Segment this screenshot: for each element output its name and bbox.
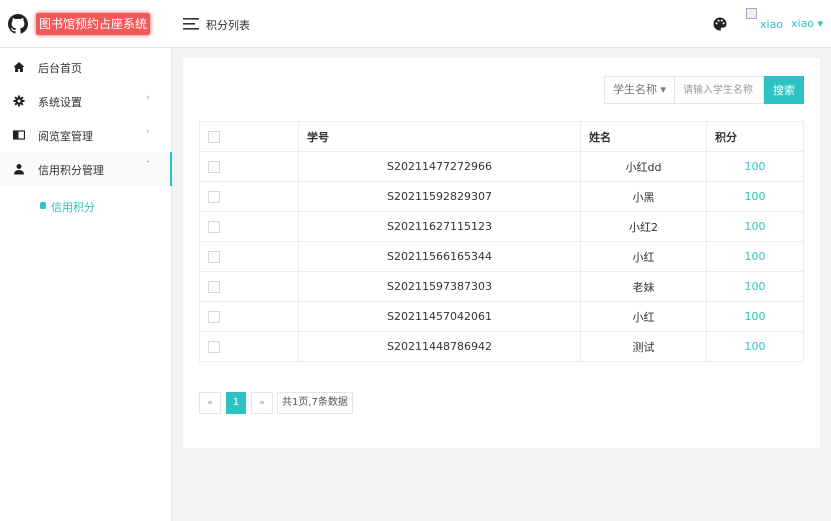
column-header-student-id[interactable]: 学号 [298,121,581,152]
table-header-row: 学号 姓名 积分 [199,121,804,152]
sidebar-item-label: 后台首页 [38,62,82,75]
row-checkbox[interactable] [208,251,220,263]
gear-icon [13,95,25,107]
table-row[interactable]: S20211448786942 测试 100 [199,331,804,362]
cell-name: 小红 [580,301,707,332]
search-field-select[interactable]: 学生名称 ▾ [604,76,675,104]
row-select-cell [199,241,299,272]
home-icon [13,62,25,72]
row-select-cell [199,151,299,182]
app-title: 图书馆预约占座系统 [36,13,151,35]
page-button-current[interactable]: 1 [226,392,246,414]
github-icon[interactable] [8,14,28,34]
sidebar-item-credit-management[interactable]: 信用积分管理 ˇ [0,152,172,186]
table-row[interactable]: S20211566165344 小红 100 [199,241,804,272]
top-header: 图书馆预约占座系统 积分列表 xiao xiao ▾ [0,0,831,48]
row-select-cell [199,211,299,242]
cell-name: 小红dd [580,151,707,182]
row-checkbox[interactable] [208,221,220,233]
cell-student-id: S20211566165344 [298,241,581,272]
row-checkbox[interactable] [208,191,220,203]
row-checkbox[interactable] [208,341,220,353]
row-select-cell [199,181,299,212]
table-row[interactable]: S20211597387303 老妹 100 [199,271,804,302]
cell-student-id: S20211597387303 [298,271,581,302]
row-select-cell [199,271,299,302]
cell-points: 100 [706,151,804,182]
table-row[interactable]: S20211627115123 小红2 100 [199,211,804,242]
column-header-points[interactable]: 积分 [706,121,804,152]
cell-points: 100 [706,241,804,272]
chevron-down-icon: ˇ [146,161,151,171]
bullet-icon [40,202,46,209]
table-row[interactable]: S20211592829307 小黑 100 [199,181,804,212]
cell-points: 100 [706,301,804,332]
cell-student-id: S20211448786942 [298,331,581,362]
book-icon [13,130,25,140]
sidebar-item-reading-room[interactable]: 阅览室管理 › [0,118,172,152]
sidebar: 后台首页 系统设置 › 阅览室管理 › 信用积分管理 ˇ 信用积分 [0,48,172,521]
row-select-cell [199,301,299,332]
search-button[interactable]: 搜索 [764,76,804,104]
menu-toggle-icon[interactable] [183,17,199,31]
user-icon [14,164,24,175]
row-checkbox[interactable] [208,281,220,293]
avatar-alt-text: xiao [760,18,784,31]
cell-points: 100 [706,181,804,212]
table-row[interactable]: S20211457042061 小红 100 [199,301,804,332]
row-checkbox[interactable] [208,311,220,323]
cell-points: 100 [706,331,804,362]
palette-icon[interactable] [713,17,727,31]
column-header-name[interactable]: 姓名 [580,121,707,152]
avatar[interactable]: xiao [746,8,784,32]
broken-image-icon [746,8,757,19]
chevron-right-icon: › [146,93,150,103]
cell-student-id: S20211457042061 [298,301,581,332]
select-all-checkbox[interactable] [208,131,220,143]
sidebar-subitem-credit-points[interactable]: 信用积分 [0,190,172,220]
sidebar-item-label: 系统设置 [38,96,82,109]
cell-name: 小红 [580,241,707,272]
cell-name: 老妹 [580,271,707,302]
chevron-right-icon: › [146,127,150,137]
search-input[interactable] [674,76,764,104]
cell-student-id: S20211477272966 [298,151,581,182]
cell-student-id: S20211592829307 [298,181,581,212]
cell-student-id: S20211627115123 [298,211,581,242]
prev-page-button[interactable]: « [199,392,221,414]
cell-name: 小黑 [580,181,707,212]
sidebar-item-system-settings[interactable]: 系统设置 › [0,84,172,118]
credit-table: 学号 姓名 积分 S20211477272966 小红dd 100 S20211592… [199,121,804,362]
table-row[interactable]: S20211477272966 小红dd 100 [199,151,804,182]
sidebar-item-home[interactable]: 后台首页 [0,50,172,84]
brand: 图书馆预约占座系统 [0,0,172,48]
row-checkbox[interactable] [208,161,220,173]
sidebar-item-label: 信用积分管理 [38,164,104,177]
pagination-info: 共1页,7条数据 [277,392,353,414]
row-select-cell [199,331,299,362]
cell-points: 100 [706,211,804,242]
select-all-cell [199,121,299,152]
sidebar-subitem-label: 信用积分 [51,201,95,214]
content-card: 学生名称 ▾ 搜索 学号 姓名 积分 S20211477272966小红dd10… [183,58,820,448]
cell-name: 测试 [580,331,707,362]
sidebar-item-label: 阅览室管理 [38,130,93,143]
page-title: 积分列表 [206,19,250,32]
cell-name: 小红2 [580,211,707,242]
next-page-button[interactable]: » [251,392,273,414]
user-menu[interactable]: xiao ▾ [791,17,823,30]
cell-points: 100 [706,271,804,302]
